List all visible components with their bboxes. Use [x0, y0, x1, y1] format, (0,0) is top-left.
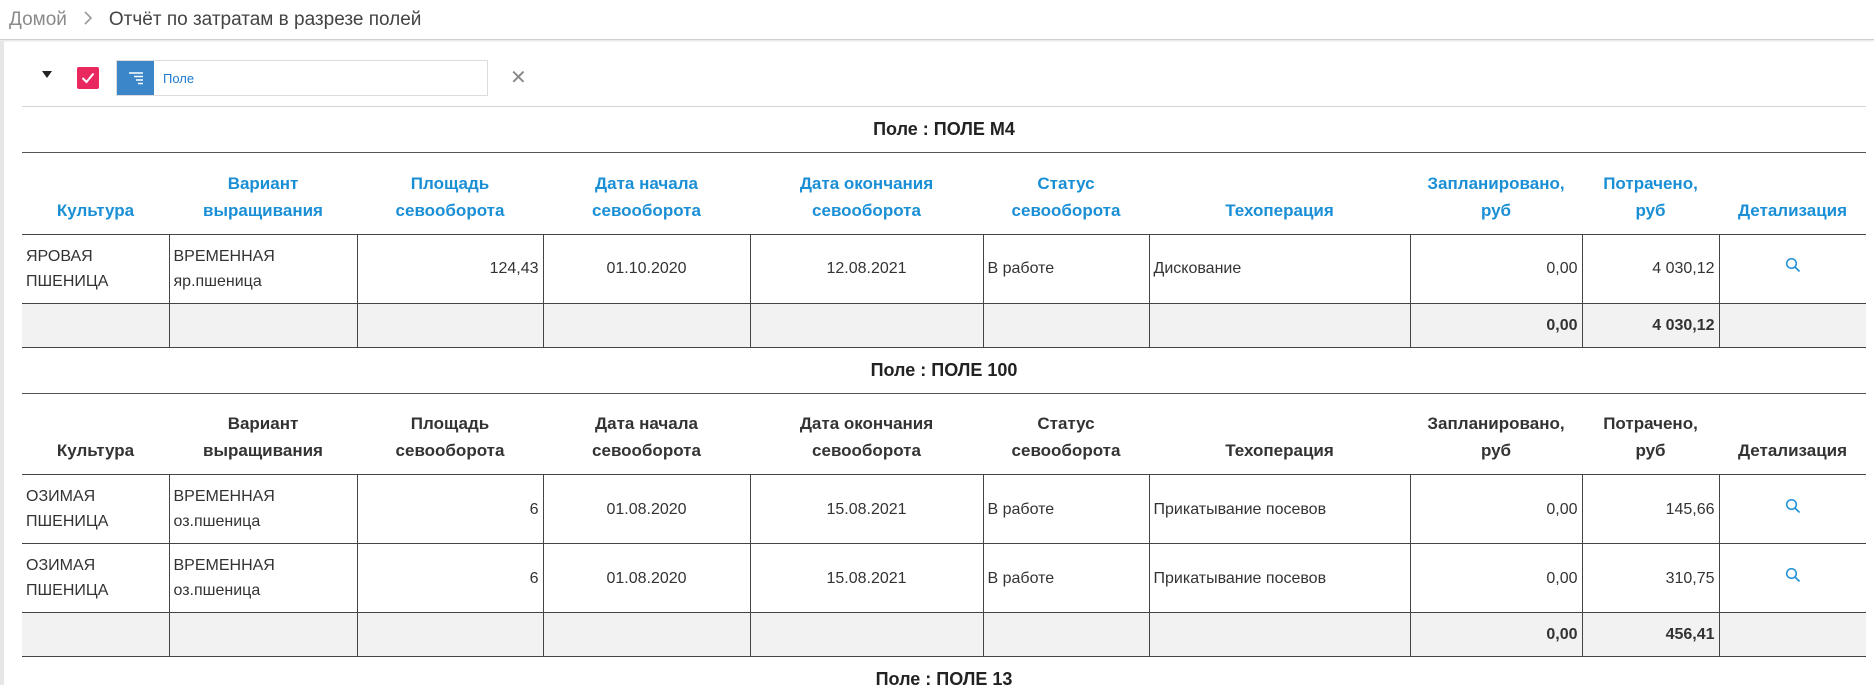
total-row: 0,00 4 030,12 [22, 302, 1866, 348]
cell-area: 6 [356, 474, 544, 544]
total-empty-cell [982, 302, 1150, 348]
grouping-toolbar: Поле ✕ [22, 41, 1866, 106]
total-empty-cell [749, 302, 984, 348]
cell-culture: ЯРОВАЯ ПШЕНИЦА [22, 233, 170, 304]
group-list-icon[interactable] [117, 61, 154, 95]
column-header[interactable]: Детализация [1719, 393, 1866, 475]
table-row: ЯРОВАЯ ПШЕНИЦА ВРЕМЕННАЯ яр.пшеница 124,43… [22, 233, 1866, 304]
cell-operation: Прикатывание посевов [1148, 543, 1411, 613]
total-planned: 0,00 [1409, 302, 1583, 348]
group-by-field[interactable]: Поле [116, 60, 488, 96]
column-header[interactable]: Потрачено, руб [1582, 393, 1719, 475]
cell-status: В работе [982, 543, 1150, 613]
cell-variant: ВРЕМЕННАЯ яр.пшеница [168, 233, 358, 304]
total-empty-cell [168, 302, 358, 348]
total-spent: 4 030,12 [1581, 302, 1720, 348]
cell-start: 01.08.2020 [542, 474, 751, 544]
column-header[interactable]: Культура [22, 393, 169, 475]
cell-culture: ОЗИМАЯ ПШЕНИЦА [22, 543, 170, 613]
column-header[interactable]: Вариант выращивания [169, 153, 357, 235]
cell-status: В работе [982, 233, 1150, 304]
cell-planned: 0,00 [1409, 474, 1583, 544]
cell-area: 124,43 [356, 233, 544, 304]
cell-status: В работе [982, 474, 1150, 544]
search-icon[interactable] [1785, 497, 1801, 522]
report-table: Культура Вариант выращивания Площадь севоо… [22, 153, 1866, 348]
cell-end: 15.08.2021 [749, 543, 984, 613]
search-icon[interactable] [1785, 566, 1801, 591]
table-row: ОЗИМАЯ ПШЕНИЦА ВРЕМЕННАЯ оз.пшеница 6 01.08… [22, 474, 1866, 544]
close-icon[interactable]: ✕ [510, 65, 527, 90]
total-empty-cell [356, 612, 544, 657]
group-title: Поле : ПОЛЕ 13 [22, 657, 1866, 685]
total-empty-cell [1718, 302, 1866, 348]
total-empty-cell [542, 612, 751, 657]
cell-planned: 0,00 [1409, 233, 1583, 304]
total-empty-cell [1148, 612, 1411, 657]
column-header[interactable]: Площадь севооборота [357, 153, 543, 235]
cell-spent: 310,75 [1581, 543, 1720, 613]
column-header[interactable]: Дата начала севооборота [543, 153, 750, 235]
cell-operation: Дискование [1148, 233, 1411, 304]
cell-start: 01.10.2020 [542, 233, 751, 304]
total-empty-cell [356, 302, 544, 348]
report-content: Поле ✕ Поле : ПОЛЕ М4 Культура Вариант выр… [0, 41, 1874, 685]
select-all-checkbox[interactable] [77, 67, 99, 89]
group-title: Поле : ПОЛЕ М4 [22, 107, 1866, 153]
column-header[interactable]: Потрачено, руб [1582, 153, 1719, 235]
cell-operation: Прикатывание посевов [1148, 474, 1411, 544]
column-header[interactable]: Запланировано, руб [1410, 393, 1582, 475]
cell-spent: 145,66 [1581, 474, 1720, 544]
cell-planned: 0,00 [1409, 543, 1583, 613]
column-header[interactable]: Техоперация [1149, 153, 1410, 235]
total-empty-cell [22, 612, 170, 657]
total-row: 0,00 456,41 [22, 612, 1866, 657]
column-header[interactable]: Площадь севооборота [357, 393, 543, 475]
check-icon [81, 72, 95, 84]
total-empty-cell [542, 302, 751, 348]
page-title: Отчёт по затратам в разрезе полей [108, 8, 422, 30]
total-empty-cell [1148, 302, 1411, 348]
total-empty-cell [749, 612, 984, 657]
cell-spent: 4 030,12 [1581, 233, 1720, 304]
search-icon[interactable] [1785, 256, 1801, 281]
cell-area: 6 [356, 543, 544, 613]
breadcrumb: Домой Отчёт по затратам в разрезе полей [0, 0, 1874, 40]
column-header[interactable]: Дата окончания севооборота [750, 153, 983, 235]
breadcrumb-home[interactable]: Домой [9, 9, 67, 31]
chevron-right-icon [84, 9, 93, 30]
column-header[interactable]: Статус севооборота [983, 393, 1149, 475]
column-header[interactable]: Вариант выращивания [169, 393, 357, 475]
total-planned: 0,00 [1409, 612, 1583, 657]
table-row: ОЗИМАЯ ПШЕНИЦА ВРЕМЕННАЯ оз.пшеница 6 01.08… [22, 543, 1866, 613]
column-header[interactable]: Запланировано, руб [1410, 153, 1582, 235]
total-empty-cell [1718, 612, 1866, 657]
cell-variant: ВРЕМЕННАЯ оз.пшеница [168, 474, 358, 544]
column-header[interactable]: Детализация [1719, 153, 1866, 235]
total-empty-cell [982, 612, 1150, 657]
cell-start: 01.08.2020 [542, 543, 751, 613]
cell-details [1718, 474, 1866, 544]
column-header[interactable]: Статус севооборота [983, 153, 1149, 235]
cell-culture: ОЗИМАЯ ПШЕНИЦА [22, 474, 170, 544]
group-title: Поле : ПОЛЕ 100 [22, 348, 1866, 394]
cell-details [1718, 233, 1866, 304]
column-header[interactable]: Дата начала севооборота [543, 393, 750, 475]
total-empty-cell [22, 302, 170, 348]
cell-end: 15.08.2021 [749, 474, 984, 544]
total-empty-cell [168, 612, 358, 657]
groups-container: Поле : ПОЛЕ М4 Культура Вариант выращивани… [22, 107, 1866, 685]
report-table: Культура Вариант выращивания Площадь севоо… [22, 393, 1866, 657]
caret-down-icon[interactable] [42, 71, 52, 78]
total-spent: 456,41 [1581, 612, 1720, 657]
cell-end: 12.08.2021 [749, 233, 984, 304]
column-header[interactable]: Дата окончания севооборота [750, 393, 983, 475]
group-by-label: Поле [163, 70, 195, 86]
column-header[interactable]: Техоперация [1149, 393, 1410, 475]
cell-details [1718, 543, 1866, 613]
cell-variant: ВРЕМЕННАЯ оз.пшеница [168, 543, 358, 613]
column-header[interactable]: Культура [22, 153, 169, 235]
